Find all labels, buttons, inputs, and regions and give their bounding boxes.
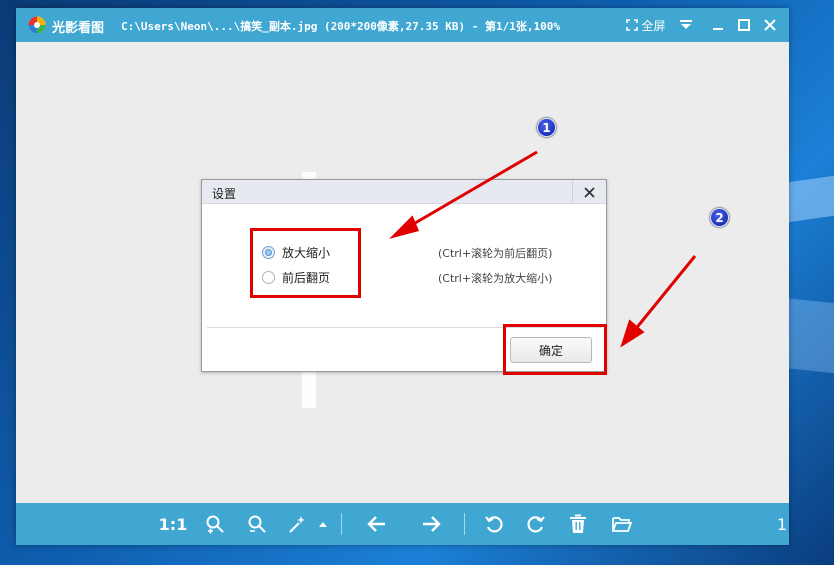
menu-dropdown-button[interactable] bbox=[676, 14, 696, 36]
dialog-header[interactable]: 设置 bbox=[202, 180, 606, 204]
rotate-left-button[interactable] bbox=[481, 512, 507, 536]
annotation-badge-2: 2 bbox=[710, 208, 729, 227]
dialog-close-button[interactable] bbox=[572, 180, 606, 204]
maximize-icon bbox=[738, 19, 750, 31]
fullscreen-icon bbox=[626, 19, 639, 31]
zoom-out-button[interactable] bbox=[244, 512, 270, 536]
rotate-left-icon bbox=[485, 516, 503, 533]
close-icon bbox=[764, 19, 776, 31]
rotate-right-button[interactable] bbox=[523, 512, 549, 536]
toolbar-divider bbox=[341, 513, 342, 535]
dialog-title: 设置 bbox=[212, 187, 237, 201]
zoom-out-icon bbox=[248, 515, 266, 533]
actual-size-button[interactable]: 1:1 bbox=[158, 512, 188, 536]
previous-image-button[interactable] bbox=[364, 512, 390, 536]
close-icon bbox=[584, 186, 595, 198]
folder-open-icon bbox=[612, 517, 632, 532]
magic-wand-icon bbox=[289, 516, 305, 533]
app-logo-icon bbox=[28, 16, 46, 34]
bottom-toolbar: 1:1 1 bbox=[16, 503, 789, 545]
image-counter: 1 bbox=[776, 515, 787, 534]
toolbar-divider bbox=[464, 513, 465, 535]
annotation-box-ok bbox=[503, 324, 607, 375]
magic-wand-dropdown[interactable] bbox=[316, 512, 330, 536]
title-bar[interactable]: 光影看图 C:\Users\Neon\...\搞笑_副本.jpg (200*20… bbox=[16, 8, 789, 42]
trash-icon bbox=[570, 514, 586, 533]
fullscreen-label: 全屏 bbox=[641, 18, 666, 33]
actual-size-label: 1:1 bbox=[158, 514, 188, 534]
magic-wand-button[interactable] bbox=[284, 512, 310, 536]
delete-button[interactable] bbox=[565, 512, 591, 536]
zoom-in-button[interactable] bbox=[202, 512, 228, 536]
option-hint: (Ctrl+滚轮为前后翻页) bbox=[438, 247, 553, 260]
file-info-title: C:\Users\Neon\...\搞笑_副本.jpg (200*200像素,2… bbox=[121, 20, 560, 33]
arrow-left-icon bbox=[367, 516, 385, 532]
arrow-right-icon bbox=[423, 516, 441, 532]
minimize-icon bbox=[713, 28, 723, 30]
chevron-down-icon bbox=[680, 20, 692, 29]
next-image-button[interactable] bbox=[418, 512, 444, 536]
caret-up-icon bbox=[319, 522, 327, 527]
annotation-box-options bbox=[250, 228, 361, 298]
rotate-right-icon bbox=[527, 516, 545, 533]
maximize-button[interactable] bbox=[734, 14, 754, 36]
minimize-button[interactable] bbox=[708, 14, 728, 36]
app-name: 光影看图 bbox=[52, 21, 105, 36]
zoom-in-icon bbox=[206, 515, 224, 534]
annotation-badge-1: 1 bbox=[537, 118, 556, 137]
close-button[interactable] bbox=[760, 14, 780, 36]
fullscreen-button[interactable]: 全屏 bbox=[624, 14, 668, 36]
option-hint: (Ctrl+滚轮为放大缩小) bbox=[438, 272, 553, 285]
open-folder-button[interactable] bbox=[609, 512, 635, 536]
